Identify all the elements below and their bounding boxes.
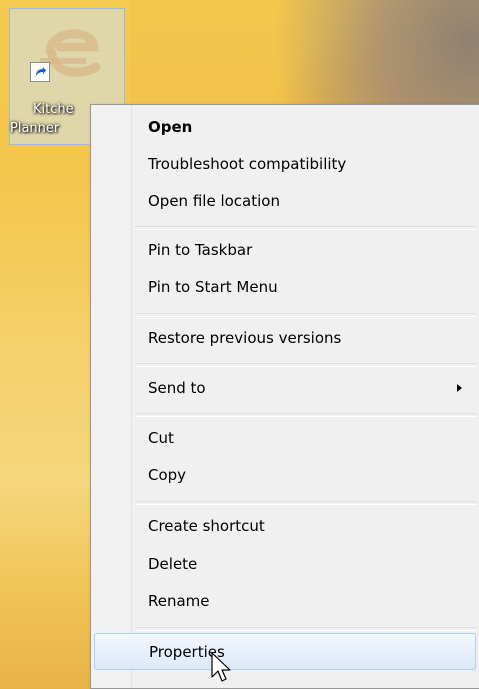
menu-item-open[interactable]: Open (94, 109, 476, 146)
menu-item-label: Rename (148, 592, 210, 610)
menu-separator (135, 501, 477, 505)
menu-item-label: Copy (148, 466, 187, 484)
menu-item-create-shortcut[interactable]: Create shortcut (94, 508, 476, 545)
menu-item-rename[interactable]: Rename (94, 583, 476, 620)
menu-separator (135, 627, 477, 631)
menu-item-delete[interactable]: Delete (94, 546, 476, 583)
menu-item-pin-to-taskbar[interactable]: Pin to Taskbar (94, 232, 476, 269)
menu-item-label: Open (148, 118, 193, 136)
menu-item-label: Restore previous versions (148, 329, 342, 347)
context-menu: Open Troubleshoot compatibility Open fil… (90, 104, 479, 689)
mouse-cursor-icon (211, 652, 231, 682)
menu-item-label: Delete (148, 555, 198, 573)
shortcut-arrow-icon (30, 62, 50, 82)
menu-item-pin-to-start-menu[interactable]: Pin to Start Menu (94, 269, 476, 306)
menu-item-copy[interactable]: Copy (94, 457, 476, 494)
menu-item-label: Pin to Taskbar (148, 241, 253, 259)
menu-separator (135, 226, 477, 230)
menu-item-open-file-location[interactable]: Open file location (94, 183, 476, 220)
menu-item-label: Open file location (148, 192, 280, 210)
menu-item-label: Create shortcut (148, 517, 265, 535)
menu-item-label: Send to (148, 379, 206, 397)
menu-separator (135, 363, 477, 367)
menu-item-send-to[interactable]: Send to (94, 370, 476, 407)
menu-item-troubleshoot-compatibility[interactable]: Troubleshoot compatibility (94, 146, 476, 183)
desktop: Kitche Planner Open Troubleshoot compati… (0, 0, 479, 689)
menu-item-label: Troubleshoot compatibility (148, 155, 347, 173)
menu-item-properties[interactable]: Properties (94, 633, 476, 670)
menu-item-cut[interactable]: Cut (94, 420, 476, 457)
submenu-arrow-icon (457, 384, 462, 392)
menu-item-restore-previous-versions[interactable]: Restore previous versions (94, 320, 476, 357)
menu-separator (135, 413, 477, 417)
menu-item-label: Cut (148, 429, 174, 447)
menu-item-label: Pin to Start Menu (148, 278, 278, 296)
menu-separator (135, 313, 477, 317)
